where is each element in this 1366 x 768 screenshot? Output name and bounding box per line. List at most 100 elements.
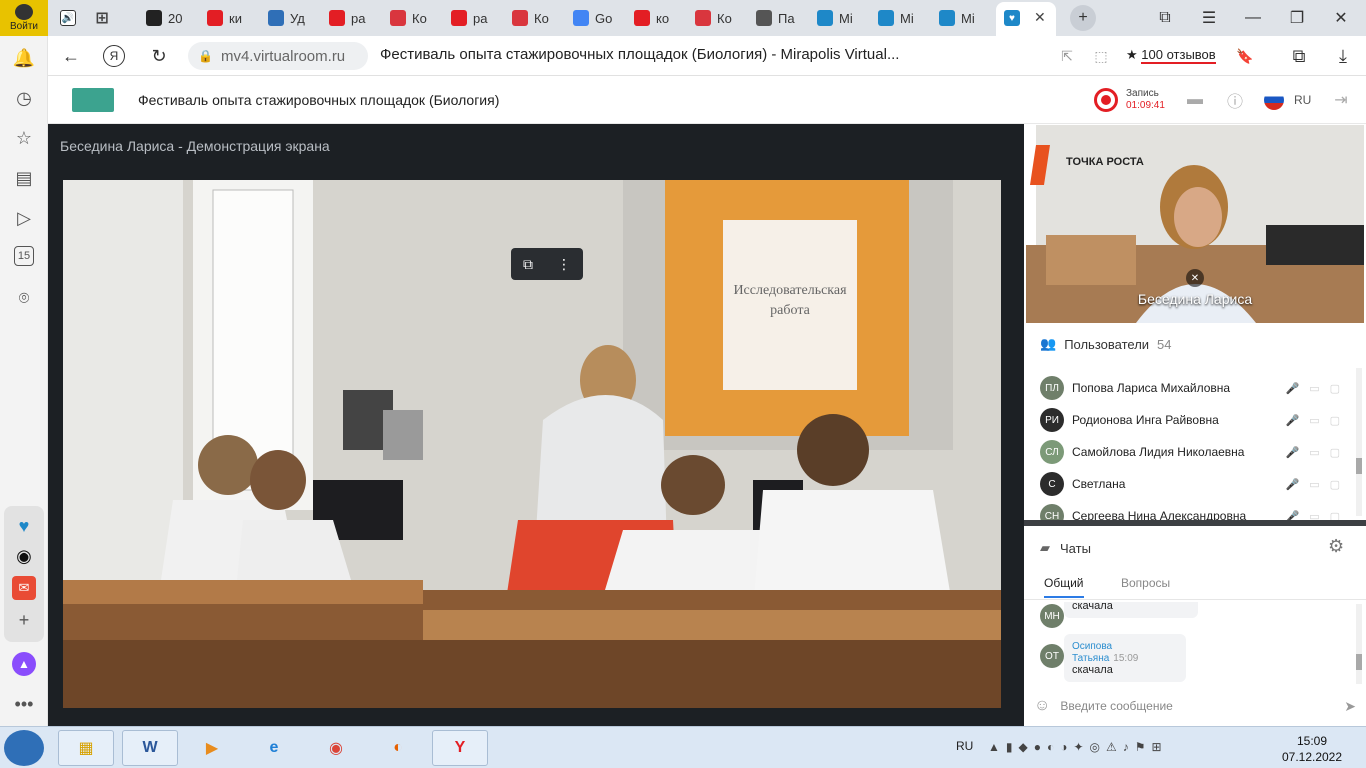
russian-flag-icon[interactable] (1264, 90, 1284, 110)
notifications-icon[interactable]: 🔔 (12, 46, 36, 70)
browser-tab[interactable]: Ко (689, 4, 738, 32)
tray-icons[interactable]: ▲▮◆●◐◑✦◎⚠♪⚑⊞ (988, 740, 1168, 754)
folder-icon[interactable]: ▬ (1182, 88, 1208, 112)
share-icon[interactable]: ⇱ (1054, 44, 1080, 68)
calendar-icon[interactable]: 15 (14, 246, 34, 266)
new-tab-group-button[interactable]: ⊞ (88, 4, 116, 32)
browser-tab[interactable]: Go (567, 4, 618, 32)
user-row[interactable]: С Светлана 🎤▭▢ (1040, 468, 1350, 500)
users-scrollbar[interactable] (1356, 368, 1362, 516)
slide-title-line2: работа (770, 303, 810, 318)
lock-icon: 🔒 (198, 49, 213, 63)
user-controls-icon[interactable]: 🎤▭▢ (1286, 510, 1350, 521)
users-scroll-thumb[interactable] (1356, 458, 1362, 474)
browser-tab[interactable]: Mi (933, 4, 981, 32)
browser-tab[interactable]: Уд (262, 4, 311, 32)
browser-tab[interactable]: ра (323, 4, 371, 32)
restore-button[interactable]: ❐ (1282, 6, 1312, 30)
user-controls-icon[interactable]: 🎤▭▢ (1286, 478, 1350, 491)
close-tab-icon[interactable]: ✕ (1034, 9, 1046, 26)
exit-icon[interactable]: ⇥ (1328, 88, 1354, 112)
extension-icon[interactable]: ⬚ (1088, 44, 1114, 68)
chrome-app[interactable]: ◉ (308, 730, 364, 766)
tab-general[interactable]: Общий (1044, 576, 1084, 598)
reload-button[interactable]: ↻ (146, 44, 172, 68)
mail-app-icon[interactable]: ✉ (12, 576, 36, 600)
explorer-app[interactable]: ▦ (58, 730, 114, 766)
main-stage: Беседина Лариса - Демонстрация экрана Ис… (48, 124, 1024, 726)
tab-label: Ко (412, 10, 427, 26)
browser-tab[interactable]: Ко (506, 4, 555, 32)
assistant-icon[interactable]: ▲ (12, 652, 36, 676)
panel-divider[interactable] (1024, 520, 1366, 526)
user-name: Сергеева Нина Александровна (1072, 509, 1247, 520)
media-app[interactable]: ▶ (184, 730, 240, 766)
user-row[interactable]: СЛ Самойлова Лидия Николаевна 🎤▭▢ (1040, 436, 1350, 468)
screenshot-icon[interactable]: ⌾ (12, 286, 36, 310)
alice-app-icon[interactable]: ◉ (12, 544, 36, 568)
firefox-app[interactable]: ◐ (370, 730, 426, 766)
user-row[interactable]: СН Сергеева Нина Александровна 🎤▭▢ (1040, 500, 1350, 520)
chat-input[interactable]: ☺ Введите сообщение ➤ (1034, 690, 1356, 722)
more-icon[interactable]: ••• (12, 692, 36, 716)
url-field[interactable]: 🔒 mv4.virtualroom.ru (188, 42, 368, 70)
tab-mirapolis-active[interactable]: ♥ ✕ (996, 2, 1056, 36)
browser-tab[interactable]: Па (750, 4, 801, 32)
word-app[interactable]: W (122, 730, 178, 766)
user-controls-icon[interactable]: 🎤▭▢ (1286, 446, 1350, 459)
info-icon[interactable]: ⓘ (1222, 88, 1248, 112)
chat-scrollbar[interactable] (1356, 604, 1362, 684)
user-row[interactable]: ПЛ Попова Лариса Михайловна 🎤▭▢ (1040, 372, 1350, 404)
speaker-camera[interactable]: ТОЧКА РОСТА ✕ Беседина Лариса (1026, 125, 1364, 323)
chat-scroll-thumb[interactable] (1356, 654, 1362, 670)
back-button[interactable]: ← (58, 44, 84, 68)
message-author[interactable]: Осипова Татьяна (1072, 641, 1112, 664)
bookmarks-icon[interactable]: ⧉ (1150, 6, 1180, 30)
download-icon[interactable]: ⤓ (1330, 44, 1356, 68)
tab-favicon-icon (207, 10, 223, 26)
bookmark-icon[interactable]: 🔖 (1232, 44, 1258, 68)
close-window-button[interactable]: ✕ (1326, 6, 1356, 30)
tab-favicon-icon (512, 10, 528, 26)
browser-sidebar: 🔔 ◷ ☆ ▤ ▷ 15 ⌾ ♥ ◉ ✉ + ▲ ••• (0, 36, 48, 726)
mirapolis-app-icon[interactable]: ♥ (12, 514, 36, 538)
browser-tab[interactable]: ко (628, 4, 675, 32)
add-app-icon[interactable]: + (12, 608, 36, 632)
start-button[interactable] (4, 730, 44, 766)
login-button[interactable]: Войти (0, 0, 48, 36)
favorites-icon[interactable]: ☆ (12, 126, 36, 150)
more-options-icon[interactable]: ⋮ (557, 256, 571, 273)
video-icon[interactable]: ▷ (12, 206, 36, 230)
browser-tab[interactable]: Mi (872, 4, 920, 32)
yandex-icon[interactable]: Я (103, 45, 125, 67)
tab-questions[interactable]: Вопросы (1121, 576, 1170, 590)
browser-tab[interactable]: Ко (384, 4, 433, 32)
browser-tab[interactable]: ки (201, 4, 248, 32)
language-label[interactable]: RU (1294, 93, 1311, 107)
system-clock[interactable]: 15:09 07.12.2022 (1272, 733, 1352, 765)
video-toolbar: ⧉ ⋮ (511, 248, 583, 280)
record-time: 01:09:41 (1126, 100, 1165, 111)
user-controls-icon[interactable]: 🎤▭▢ (1286, 414, 1350, 427)
user-controls-icon[interactable]: 🎤▭▢ (1286, 382, 1350, 395)
browser-tab[interactable]: ра (445, 4, 493, 32)
yandex-browser-app[interactable]: Y (432, 730, 488, 766)
chat-settings-icon[interactable]: ⚙ (1328, 536, 1344, 557)
tab-sound[interactable]: 🔊 (54, 4, 82, 32)
collections-icon[interactable]: ▤ (12, 166, 36, 190)
minimize-button[interactable]: — (1238, 6, 1268, 30)
history-icon[interactable]: ◷ (12, 86, 36, 110)
send-icon[interactable]: ➤ (1344, 698, 1356, 715)
reviews-link[interactable]: ★ 100 отзывов (1126, 47, 1216, 64)
emoji-icon[interactable]: ☺ (1034, 697, 1050, 715)
menu-icon[interactable]: ☰ (1194, 6, 1224, 30)
user-row[interactable]: РИ Родионова Инга Райвовна 🎤▭▢ (1040, 404, 1350, 436)
new-tab-button[interactable]: + (1070, 5, 1096, 31)
browser-tab[interactable]: 20 (140, 4, 188, 32)
downloads-panel-icon[interactable]: ⧉ (1286, 44, 1312, 68)
popout-icon[interactable]: ⧉ (523, 256, 533, 273)
browser-tab[interactable]: Mi (811, 4, 859, 32)
ie-app[interactable]: e (246, 730, 302, 766)
screen-share-video[interactable]: Исследовательская работа ⧉ ⋮ (63, 180, 1001, 708)
input-language[interactable]: RU (956, 739, 973, 753)
